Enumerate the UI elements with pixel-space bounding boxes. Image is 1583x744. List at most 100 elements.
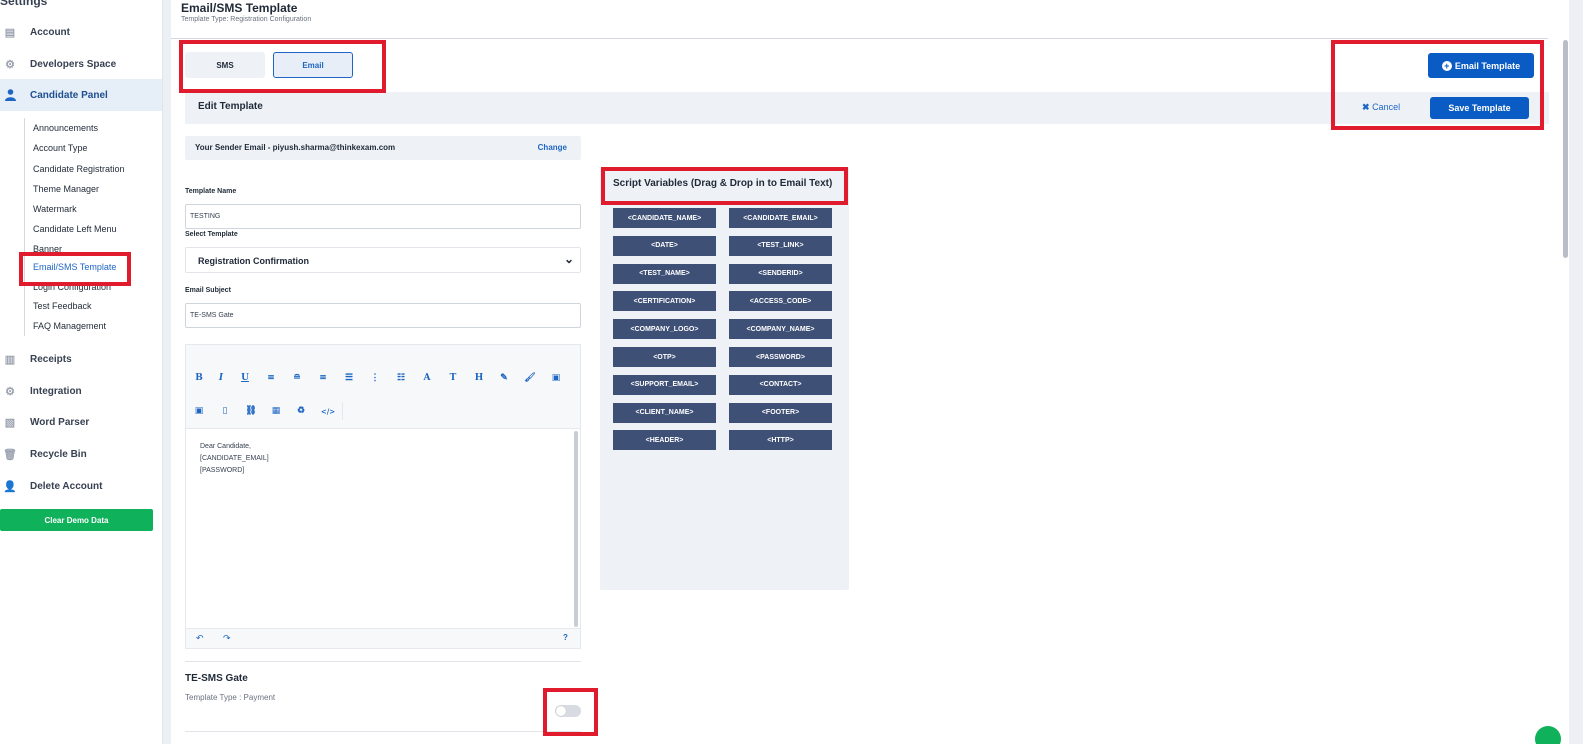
cancel-label: Cancel — [1372, 102, 1401, 112]
variable-chip[interactable]: <ACCESS_CODE> — [729, 291, 832, 312]
sidebar-item-delete-account[interactable]: 👤 Delete Account — [0, 472, 162, 500]
sidebar-subitem-banner[interactable]: Banner — [33, 244, 62, 254]
table-icon[interactable]: ▦ — [266, 402, 286, 420]
sidebar-subitem-announcements[interactable]: Announcements — [33, 123, 98, 133]
toggle-knob — [556, 706, 566, 716]
font-color-icon[interactable]: A — [417, 369, 437, 387]
sidebar-subitem-account-type[interactable]: Account Type — [33, 143, 87, 153]
brush-icon[interactable]: 🖌 — [520, 369, 540, 387]
sidebar-subitem-faq-management[interactable]: FAQ Management — [33, 321, 106, 331]
sidebar-item-word-parser[interactable]: ▧ Word Parser — [0, 408, 162, 436]
variable-chip[interactable]: <CANDIDATE_NAME> — [613, 208, 716, 228]
script-variables-title: Script Variables (Drag & Drop in to Emai… — [613, 178, 833, 189]
file-icon[interactable]: ▯ — [215, 402, 235, 420]
sidebar-item-label: Developers Space — [30, 58, 117, 70]
sidebar-subitem-candidate-registration[interactable]: Candidate Registration — [33, 164, 125, 174]
rich-text-editor: B I U ≡ ≘ ≡ ☰ ⋮ ☷ A T H ✎ 🖌 ▣ ▣ ▯ ⛓ ▦ ♻ … — [185, 344, 581, 649]
template-name-input[interactable] — [185, 204, 581, 229]
variable-chip[interactable]: <SENDERID> — [729, 263, 832, 284]
variable-chip[interactable]: <SUPPORT_EMAIL> — [613, 374, 716, 395]
help-icon[interactable]: ? — [563, 633, 568, 642]
add-email-template-button[interactable]: + Email Template — [1428, 53, 1534, 78]
italic-icon[interactable]: I — [211, 369, 231, 387]
editor-content[interactable]: Dear Candidate, [CANDIDATE_EMAIL] [PASSW… — [200, 441, 269, 477]
page-subtitle: Template Type: Registration Configuratio… — [181, 16, 312, 23]
sidebar-item-recycle-bin[interactable]: 🗑 Recycle Bin — [0, 440, 162, 468]
editor-scrollbar[interactable] — [574, 431, 578, 627]
gate-template-type: Template Type : Payment — [185, 693, 276, 702]
toolbar-divider — [342, 402, 343, 420]
ordered-list-icon[interactable]: ⋮ — [365, 369, 385, 387]
undo-icon[interactable]: ↶ — [196, 633, 204, 644]
select-template-dropdown[interactable]: Registration Confirmation ⌄ — [185, 247, 581, 273]
sidebar-title: Settings — [0, 0, 48, 8]
underline-icon[interactable]: U — [235, 369, 255, 387]
font-size-icon[interactable]: T — [443, 369, 463, 387]
variable-chip[interactable]: <DATE> — [613, 235, 716, 256]
building-icon: ▤ — [4, 26, 16, 39]
save-template-button[interactable]: Save Template — [1430, 97, 1529, 119]
heading-icon[interactable]: H — [469, 369, 489, 387]
bold-icon[interactable]: B — [189, 369, 209, 387]
align-center-icon[interactable]: ≘ — [287, 369, 307, 387]
gate-template-toggle[interactable] — [555, 705, 581, 717]
sidebar-item-label: Integration — [30, 385, 82, 397]
cancel-button[interactable]: ✖ Cancel — [1362, 102, 1400, 113]
editor-line: [CANDIDATE_EMAIL] — [200, 455, 269, 462]
section-divider — [185, 731, 581, 732]
page-scrollbar[interactable] — [1563, 40, 1568, 258]
page-header: Email/SMS Template Template Type: Regist… — [171, 0, 1548, 39]
sidebar-subitem-theme-manager[interactable]: Theme Manager — [33, 184, 99, 194]
variable-chip[interactable]: <OTP> — [613, 347, 716, 367]
image-upload-icon[interactable]: ▣ — [189, 402, 209, 420]
sender-email-box: Your Sender Email - piyush.sharma@thinke… — [185, 136, 581, 160]
variable-chip[interactable]: <CONTACT> — [729, 374, 832, 395]
variable-chip[interactable]: <COMPANY_LOGO> — [613, 319, 716, 340]
align-justify-icon[interactable]: ☰ — [339, 369, 359, 387]
variable-chip[interactable]: <CANDIDATE_EMAIL> — [729, 208, 832, 228]
select-template-label: Select Template — [185, 231, 238, 238]
receipt-icon: ▥ — [4, 353, 16, 366]
variable-chip[interactable]: <CLIENT_NAME> — [613, 402, 716, 423]
sidebar-subitem-test-feedback[interactable]: Test Feedback — [33, 301, 92, 311]
email-subject-input[interactable] — [185, 303, 581, 328]
submenu-divider — [24, 118, 25, 336]
link-icon[interactable]: ⛓ — [241, 402, 261, 420]
sidebar-item-label: Word Parser — [30, 416, 90, 428]
sidebar-subitem-email-sms-template[interactable]: Email/SMS Template — [33, 262, 116, 272]
variable-chip[interactable]: <TEST_NAME> — [613, 263, 716, 284]
variable-chip[interactable]: <CERTIFICATION> — [613, 291, 716, 312]
sidebar-subitem-watermark[interactable]: Watermark — [33, 204, 77, 214]
chevron-down-icon: ⌄ — [563, 252, 574, 266]
sidebar-item-developers-space[interactable]: ⚙ Developers Space — [0, 50, 162, 78]
clear-demo-data-button[interactable]: Clear Demo Data — [0, 509, 153, 531]
sidebar-item-candidate-panel[interactable]: Candidate Panel — [0, 79, 162, 111]
variable-chip[interactable]: <COMPANY_NAME> — [729, 319, 832, 340]
plus-circle-icon: + — [1441, 60, 1452, 71]
pencil-icon[interactable]: ✎ — [494, 369, 514, 387]
variable-chip[interactable]: <PASSWORD> — [729, 347, 832, 367]
image-icon[interactable]: ▣ — [546, 369, 566, 387]
sidebar-subitem-login-configuration[interactable]: Login Configuration — [33, 282, 111, 292]
special-char-icon[interactable]: ♻ — [291, 402, 311, 420]
code-view-icon[interactable]: </> — [318, 402, 338, 420]
unordered-list-icon[interactable]: ☷ — [391, 369, 411, 387]
variable-chip[interactable]: <TEST_LINK> — [729, 235, 832, 256]
add-email-template-label: Email Template — [1454, 60, 1521, 71]
variable-chip[interactable]: <FOOTER> — [729, 402, 832, 423]
align-right-icon[interactable]: ≡ — [313, 369, 333, 387]
editor-toolbar: B I U ≡ ≘ ≡ ☰ ⋮ ☷ A T H ✎ 🖌 ▣ ▣ ▯ ⛓ ▦ ♻ … — [186, 345, 580, 429]
variable-chip[interactable]: <HTTP> — [729, 430, 832, 451]
tab-email[interactable]: Email — [273, 52, 353, 78]
tab-sms[interactable]: SMS — [185, 52, 265, 78]
variable-chip[interactable]: <HEADER> — [613, 430, 716, 451]
redo-icon[interactable]: ↷ — [223, 633, 231, 644]
sidebar-item-label: Candidate Panel — [30, 89, 108, 101]
align-left-icon[interactable]: ≡ — [261, 369, 281, 387]
sidebar-item-account[interactable]: ▤ Account — [0, 18, 162, 46]
main-panel: Email/SMS Template Template Type: Regist… — [171, 0, 1569, 744]
sidebar-item-receipts[interactable]: ▥ Receipts — [0, 345, 162, 373]
change-sender-link[interactable]: Change — [538, 143, 567, 152]
sidebar-subitem-candidate-left-menu[interactable]: Candidate Left Menu — [33, 224, 117, 234]
sidebar-item-integration[interactable]: ⚙ Integration — [0, 377, 162, 405]
